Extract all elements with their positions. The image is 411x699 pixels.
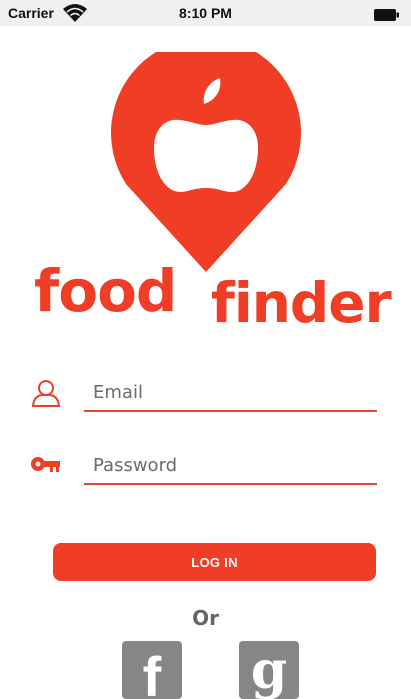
user-icon: [31, 378, 61, 413]
facebook-login-button[interactable]: f: [122, 641, 182, 699]
login-button[interactable]: LOG IN: [53, 543, 376, 581]
brand-food: food: [34, 257, 177, 325]
google-login-button[interactable]: g: [239, 641, 299, 699]
or-divider: Or: [192, 606, 219, 630]
email-field[interactable]: [84, 374, 377, 412]
key-icon: [30, 452, 62, 481]
status-time: 8:10 PM: [179, 5, 232, 21]
google-icon: g: [250, 641, 288, 699]
battery-icon: [374, 8, 400, 26]
apple-map-pin-logo: [110, 37, 302, 279]
brand-finder: finder: [211, 271, 392, 335]
status-bar: Carrier 8:10 PM: [0, 0, 411, 26]
password-field[interactable]: [84, 447, 377, 485]
facebook-icon: f: [142, 645, 162, 699]
